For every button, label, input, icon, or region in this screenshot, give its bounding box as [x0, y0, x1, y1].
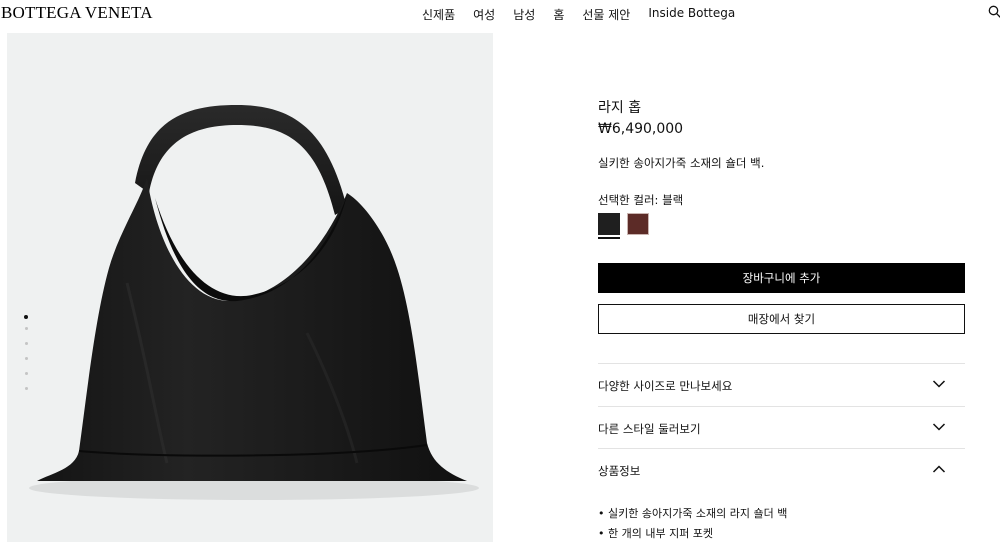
- product-image-panel[interactable]: [7, 33, 493, 542]
- nav-item-men[interactable]: 남성: [513, 6, 535, 23]
- accordion-label: 다양한 사이즈로 만나보세요: [598, 379, 733, 393]
- accordion-label: 다른 스타일 둘러보기: [598, 422, 701, 436]
- product-description: 실키한 송아지가죽 소재의 숄더 백.: [598, 156, 765, 170]
- product-details-list: • 실키한 송아지가죽 소재의 라지 숄더 백 • 한 개의 내부 지퍼 포켓: [598, 504, 787, 542]
- nav-item-inside-bottega[interactable]: Inside Bottega: [648, 6, 735, 23]
- accordion-styles[interactable]: 다른 스타일 둘러보기: [598, 406, 965, 448]
- gallery-dot[interactable]: [24, 342, 28, 345]
- accordion-product-info[interactable]: 상품정보: [598, 448, 965, 490]
- detail-item: • 실키한 송아지가죽 소재의 라지 숄더 백: [598, 507, 788, 520]
- chevron-down-icon: [932, 380, 946, 388]
- nav-item-home[interactable]: 홈: [553, 6, 564, 23]
- gallery-dot[interactable]: [24, 327, 28, 330]
- selected-color-label: 선택한 컬러: 블랙: [598, 193, 684, 207]
- nav-item-women[interactable]: 여성: [473, 6, 495, 23]
- gallery-dot[interactable]: [24, 387, 28, 390]
- product-title: 라지 홉: [598, 100, 642, 116]
- color-swatch-brown[interactable]: [627, 213, 649, 235]
- accordion-label: 상품정보: [598, 464, 641, 478]
- brand-logo[interactable]: BOTTEGA VENETA: [1, 3, 153, 23]
- gallery-dot-active[interactable]: [24, 315, 28, 319]
- color-swatch-black[interactable]: [598, 213, 620, 235]
- chevron-down-icon: [932, 423, 946, 431]
- detail-item: • 한 개의 내부 지퍼 포켓: [598, 527, 714, 540]
- product-price: ₩6,490,000: [598, 121, 684, 137]
- nav-item-gifts[interactable]: 선물 제안: [582, 6, 630, 23]
- find-in-store-button[interactable]: 매장에서 찾기: [598, 304, 965, 334]
- nav-item-new[interactable]: 신제품: [422, 6, 455, 23]
- gallery-dot[interactable]: [24, 357, 28, 360]
- chevron-up-icon: [932, 465, 946, 473]
- accordion-sizes[interactable]: 다양한 사이즈로 만나보세요: [598, 363, 965, 405]
- main-nav: 신제품 여성 남성 홈 선물 제안 Inside Bottega: [422, 6, 735, 23]
- add-to-cart-button[interactable]: 장바구니에 추가: [598, 263, 965, 293]
- gallery-dot[interactable]: [24, 372, 28, 375]
- product-image: [29, 105, 479, 500]
- selected-swatch-indicator: [598, 237, 620, 239]
- search-icon[interactable]: [988, 5, 1000, 19]
- site-header: BOTTEGA VENETA 신제품 여성 남성 홈 선물 제안 Inside …: [0, 0, 1000, 30]
